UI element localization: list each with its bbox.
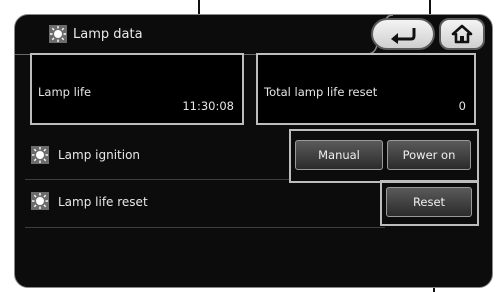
reset-button[interactable]: Reset bbox=[386, 187, 472, 217]
total-lamp-life-reset-label: Total lamp life reset bbox=[264, 85, 378, 99]
manual-button[interactable]: Manual bbox=[295, 140, 383, 170]
lamp-life-label: Lamp life bbox=[38, 85, 92, 99]
home-icon bbox=[451, 24, 473, 44]
lamp-life-value: 11:30:08 bbox=[182, 99, 234, 113]
power-on-button[interactable]: Power on bbox=[387, 140, 471, 170]
lamp-life-panel: Lamp life 11:30:08 bbox=[30, 53, 244, 125]
header-tab: Lamp data bbox=[15, 15, 365, 55]
lamp-data-screen: Lamp data Lamp life 11:30:08 Total lamp … bbox=[14, 14, 493, 288]
page-title: Lamp data bbox=[73, 27, 143, 42]
back-arrow-icon bbox=[391, 28, 416, 44]
back-button[interactable] bbox=[371, 18, 435, 50]
lamp-life-reset-label: Lamp life reset bbox=[58, 195, 148, 209]
row-separator bbox=[25, 227, 385, 228]
lamp-ignition-icon bbox=[31, 146, 49, 164]
lamp-icon bbox=[49, 25, 67, 43]
row-separator bbox=[25, 179, 289, 180]
total-lamp-life-reset-value: 0 bbox=[458, 99, 466, 113]
total-lamp-life-reset-panel: Total lamp life reset 0 bbox=[256, 53, 476, 125]
lamp-ignition-label: Lamp ignition bbox=[58, 148, 141, 162]
lamp-life-reset-icon bbox=[31, 192, 49, 210]
home-button[interactable] bbox=[439, 18, 485, 50]
